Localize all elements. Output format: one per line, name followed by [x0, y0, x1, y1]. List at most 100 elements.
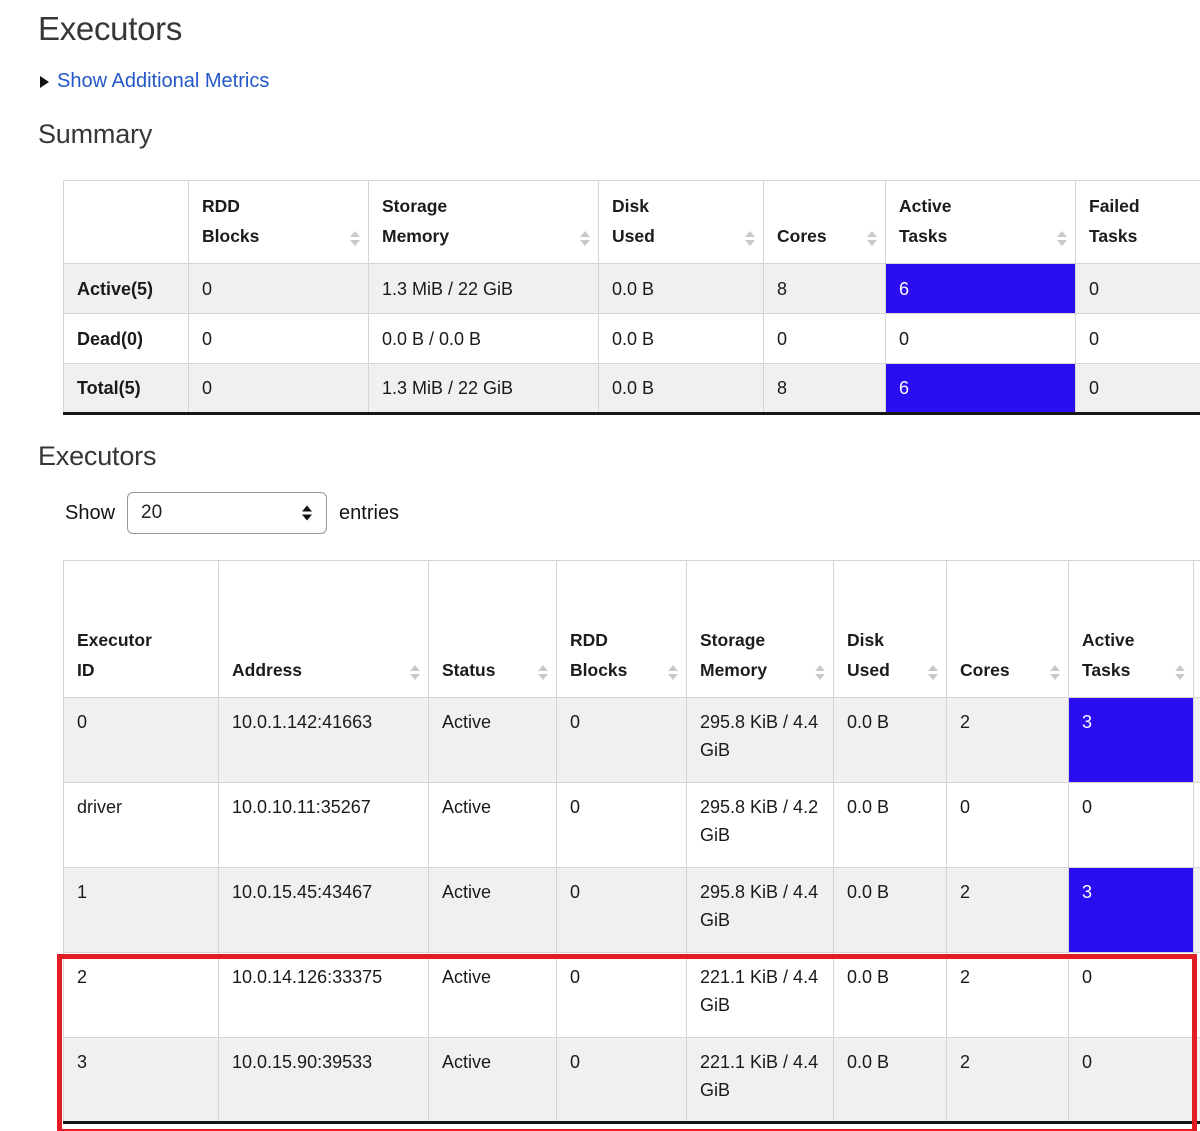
cell-status: Active [429, 868, 557, 953]
entries-label: entries [339, 502, 399, 525]
cell-status: Active [429, 953, 557, 1038]
cell-executor-id: 1 [64, 868, 219, 953]
row-label: Active(5) [64, 264, 189, 314]
executor-row: 0 10.0.1.142:41663 Active 0 295.8 KiB / … [64, 698, 1200, 783]
cell-rdd-blocks: 0 [557, 868, 687, 953]
col-disk-used[interactable]: Disk Used [834, 561, 947, 698]
sort-icon [410, 665, 420, 680]
cell-cores: 2 [947, 953, 1069, 1038]
cell-failed-tasks: 0 [1076, 364, 1200, 414]
sort-icon [1057, 231, 1067, 246]
entries-select-value: 20 [128, 502, 162, 524]
cell-address: 10.0.15.90:39533 [219, 1038, 429, 1123]
cell-clipped [1194, 783, 1200, 868]
sort-icon [867, 231, 877, 246]
cell-rdd-blocks: 0 [189, 314, 369, 364]
summary-heading: Summary [38, 119, 1200, 150]
cell-active-tasks: 6 [886, 264, 1076, 314]
cell-active-tasks: 3 [1069, 868, 1194, 953]
cell-executor-id: 0 [64, 698, 219, 783]
col-clipped [1194, 561, 1200, 698]
entries-control: Show 20 entries [65, 492, 1200, 534]
executor-row: 2 10.0.14.126:33375 Active 0 221.1 KiB /… [64, 953, 1200, 1038]
cell-disk-used: 0.0 B [834, 1038, 947, 1123]
executors-heading: Executors [38, 441, 1200, 472]
summary-col-active-tasks[interactable]: Active Tasks [886, 181, 1076, 264]
summary-col-cores[interactable]: Cores [764, 181, 886, 264]
cell-address: 10.0.1.142:41663 [219, 698, 429, 783]
summary-col-blank [64, 181, 189, 264]
sort-icon [745, 231, 755, 246]
cell-storage-memory: 1.3 MiB / 22 GiB [369, 264, 599, 314]
summary-table: RDD Blocks Storage Memory Disk Used Core… [63, 180, 1200, 415]
show-additional-metrics-link[interactable]: Show Additional Metrics [40, 70, 269, 93]
sort-icon [350, 231, 360, 246]
cell-status: Active [429, 1038, 557, 1123]
cell-disk-used: 0.0 B [834, 783, 947, 868]
sort-icon [538, 665, 548, 680]
sort-icon [928, 665, 938, 680]
cell-executor-id: 2 [64, 953, 219, 1038]
col-address[interactable]: Address [219, 561, 429, 698]
summary-header-row: RDD Blocks Storage Memory Disk Used Core… [64, 181, 1200, 264]
cell-clipped [1194, 953, 1200, 1038]
sort-icon [668, 665, 678, 680]
summary-col-disk-used[interactable]: Disk Used [599, 181, 764, 264]
cell-storage-memory: 1.3 MiB / 22 GiB [369, 364, 599, 414]
show-label: Show [65, 502, 115, 525]
cell-active-tasks: 3 [1069, 698, 1194, 783]
cell-address: 10.0.14.126:33375 [219, 953, 429, 1038]
cell-address: 10.0.15.45:43467 [219, 868, 429, 953]
cell-active-tasks: 0 [1069, 953, 1194, 1038]
sort-icon [1175, 665, 1185, 680]
cell-rdd-blocks: 0 [189, 264, 369, 314]
executors-header-row: Executor ID Address Status RDD Blocks St… [64, 561, 1200, 698]
cell-storage-memory: 221.1 KiB / 4.4 GiB [687, 953, 834, 1038]
cell-cores: 2 [947, 868, 1069, 953]
col-storage-memory[interactable]: Storage Memory [687, 561, 834, 698]
cell-failed-tasks: 0 [1076, 264, 1200, 314]
cell-clipped [1194, 698, 1200, 783]
cell-disk-used: 0.0 B [834, 698, 947, 783]
show-additional-metrics-label: Show Additional Metrics [57, 70, 269, 93]
cell-cores: 0 [947, 783, 1069, 868]
cell-disk-used: 0.0 B [834, 953, 947, 1038]
entries-select[interactable]: 20 [127, 492, 327, 534]
cell-status: Active [429, 698, 557, 783]
cell-rdd-blocks: 0 [557, 783, 687, 868]
cell-status: Active [429, 783, 557, 868]
cell-rdd-blocks: 0 [189, 364, 369, 414]
cell-storage-memory: 221.1 KiB / 4.4 GiB [687, 1038, 834, 1123]
summary-col-storage-memory[interactable]: Storage Memory [369, 181, 599, 264]
cell-active-tasks: 0 [886, 314, 1076, 364]
cell-executor-id: driver [64, 783, 219, 868]
cell-cores: 8 [764, 364, 886, 414]
cell-address: 10.0.10.11:35267 [219, 783, 429, 868]
cell-rdd-blocks: 0 [557, 698, 687, 783]
col-active-tasks[interactable]: Active Tasks [1069, 561, 1194, 698]
summary-col-failed-tasks: Failed Tasks [1076, 181, 1200, 264]
cell-active-tasks: 0 [1069, 1038, 1194, 1123]
col-rdd-blocks[interactable]: RDD Blocks [557, 561, 687, 698]
cell-storage-memory: 295.8 KiB / 4.2 GiB [687, 783, 834, 868]
cell-disk-used: 0.0 B [599, 264, 764, 314]
sort-icon [1050, 665, 1060, 680]
cell-disk-used: 0.0 B [599, 364, 764, 414]
executors-table: Executor ID Address Status RDD Blocks St… [63, 560, 1200, 1124]
row-label: Dead(0) [64, 314, 189, 364]
cell-clipped [1194, 868, 1200, 953]
cell-storage-memory: 295.8 KiB / 4.4 GiB [687, 698, 834, 783]
cell-executor-id: 3 [64, 1038, 219, 1123]
summary-row-total: Total(5) 0 1.3 MiB / 22 GiB 0.0 B 8 6 0 [64, 364, 1200, 414]
summary-col-rdd-blocks[interactable]: RDD Blocks [189, 181, 369, 264]
cell-rdd-blocks: 0 [557, 1038, 687, 1123]
triangle-right-icon [40, 76, 49, 88]
cell-storage-memory: 0.0 B / 0.0 B [369, 314, 599, 364]
summary-row-active: Active(5) 0 1.3 MiB / 22 GiB 0.0 B 8 6 0 [64, 264, 1200, 314]
cell-cores: 2 [947, 698, 1069, 783]
col-status[interactable]: Status [429, 561, 557, 698]
col-cores[interactable]: Cores [947, 561, 1069, 698]
sort-icon [580, 231, 590, 246]
cell-active-tasks: 6 [886, 364, 1076, 414]
cell-clipped [1194, 1038, 1200, 1123]
